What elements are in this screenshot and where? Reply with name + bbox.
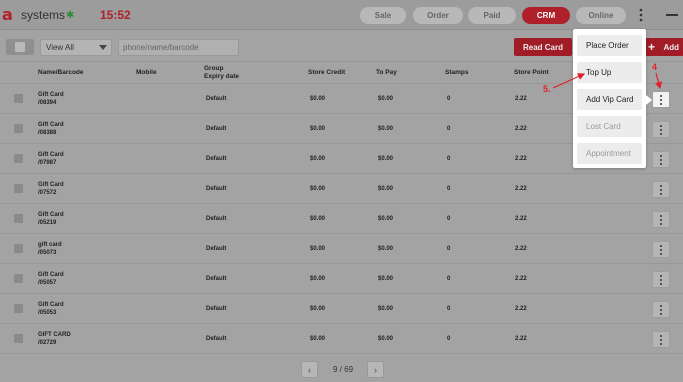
annotation-arrows	[552, 72, 662, 90]
annotation-arrow-4	[654, 72, 662, 90]
annotation-arrow-5	[552, 73, 586, 89]
